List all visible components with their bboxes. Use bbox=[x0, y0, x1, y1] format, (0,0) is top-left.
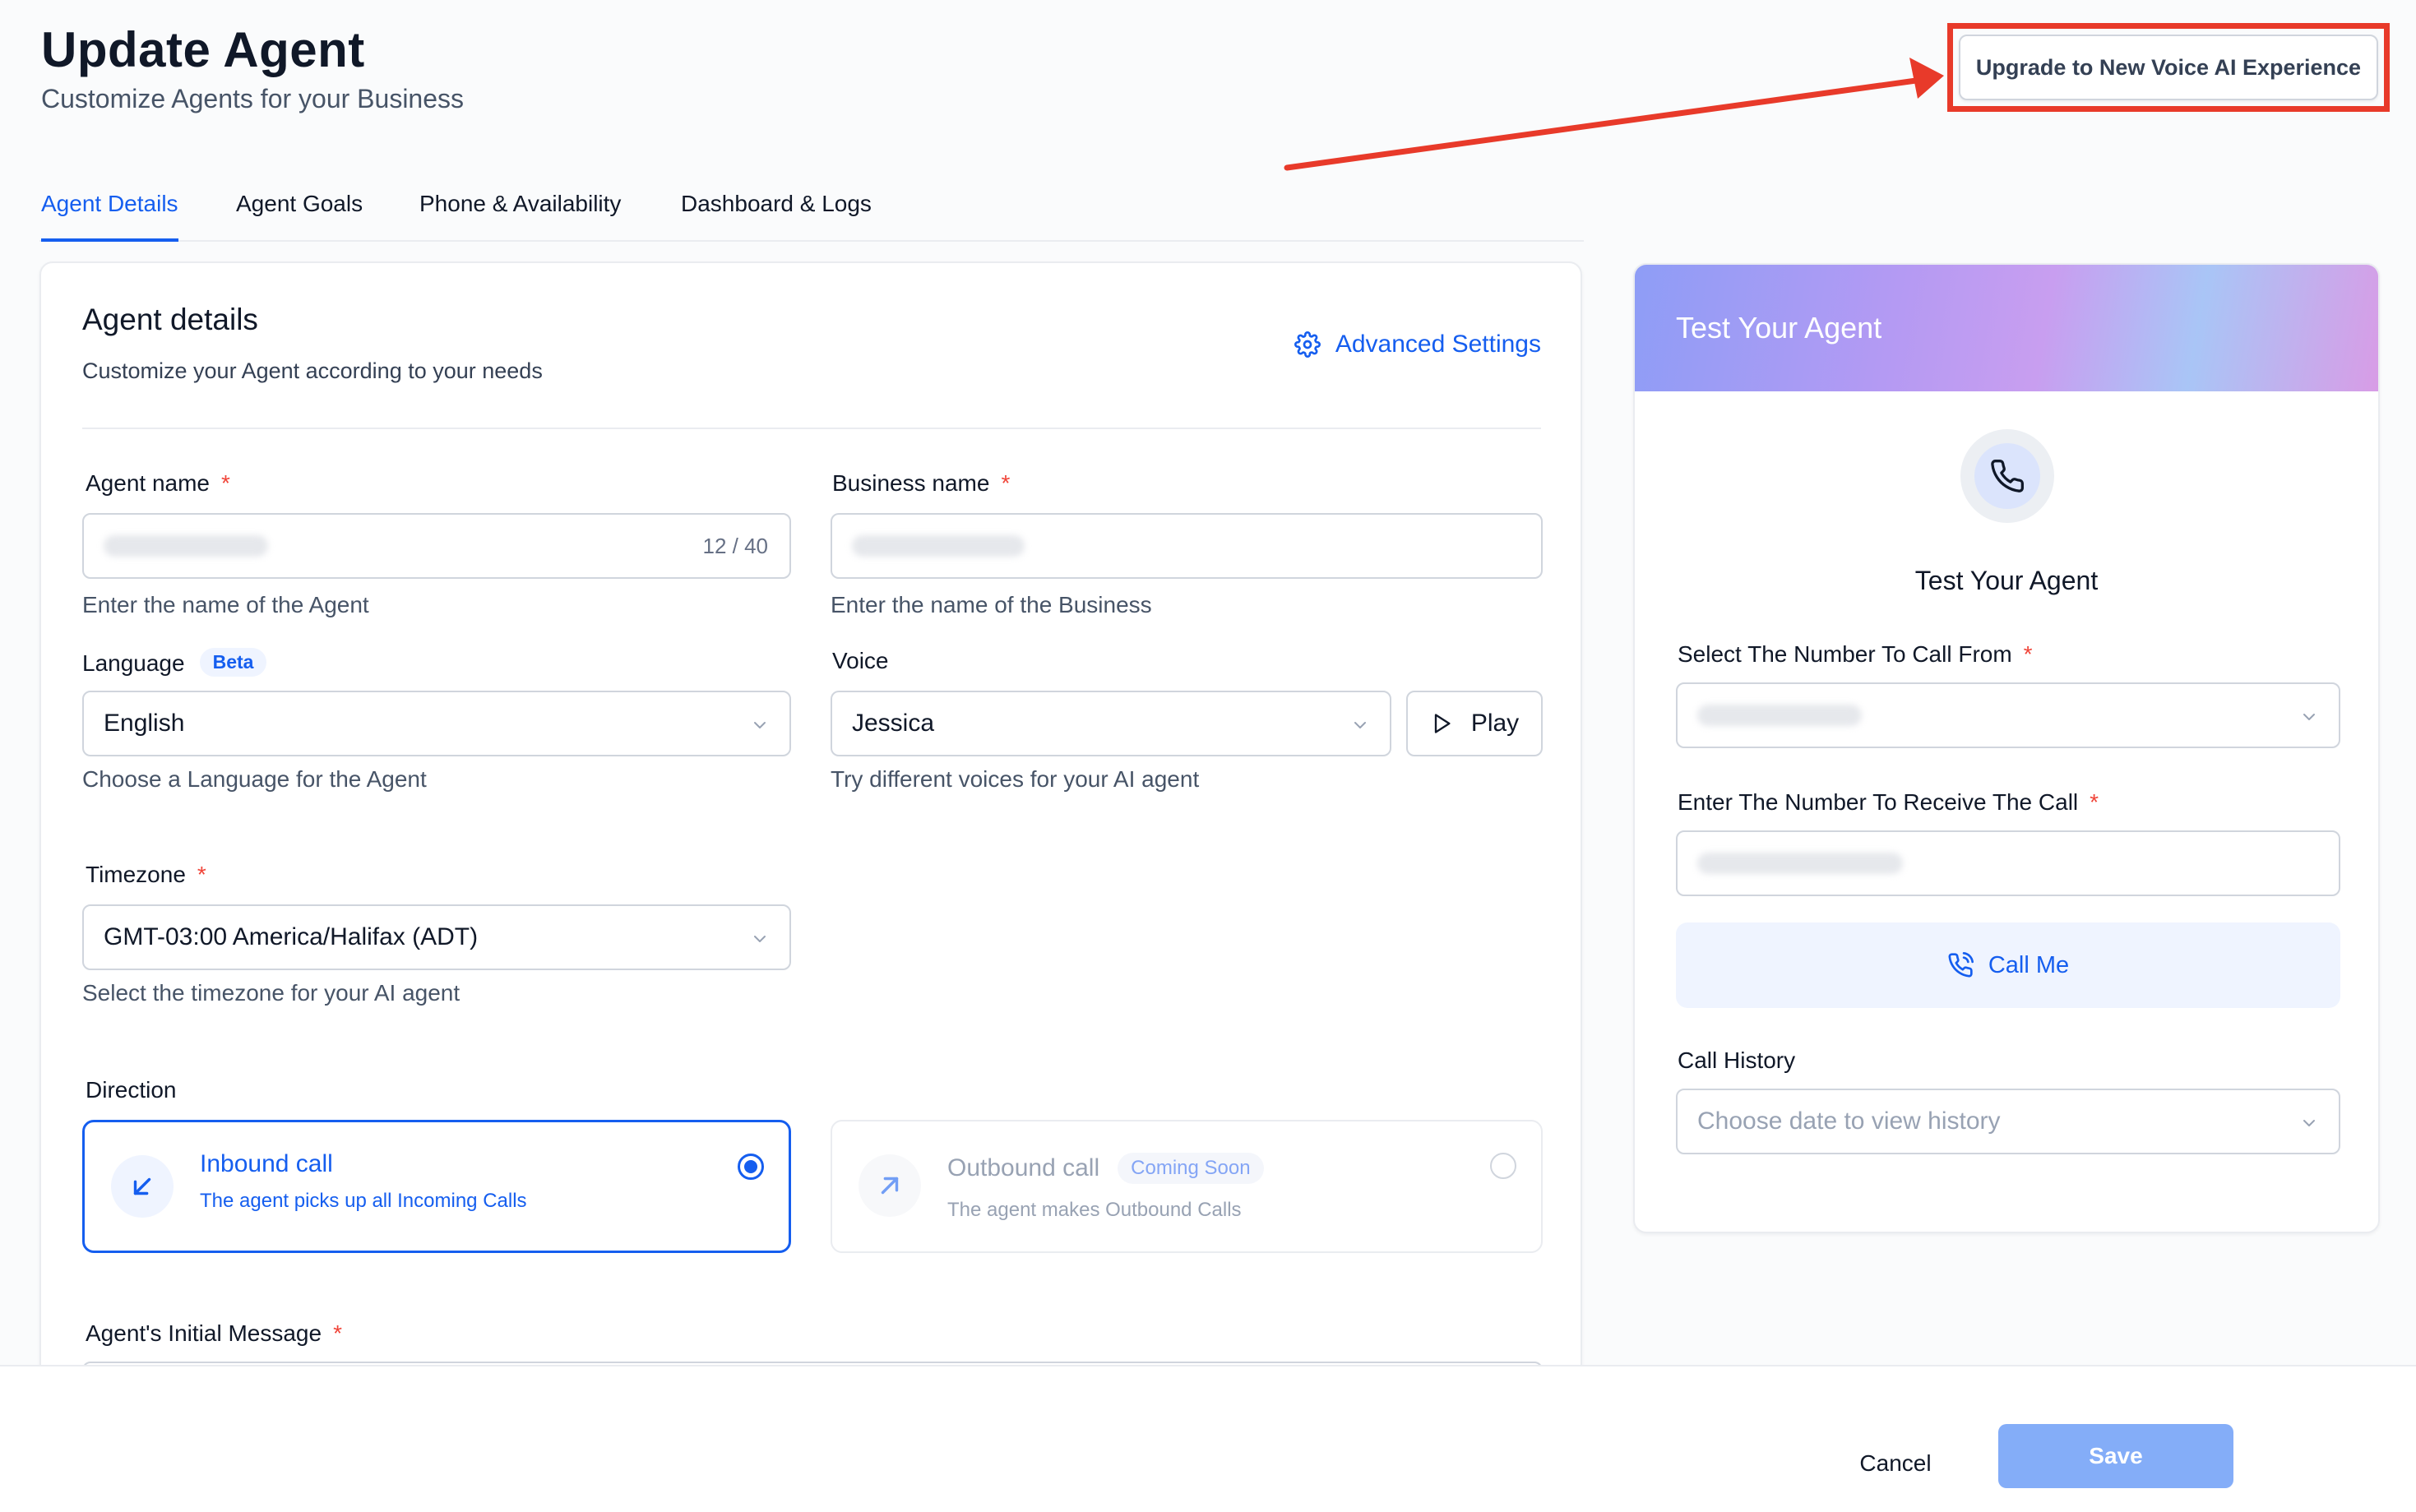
arrow-down-left-icon bbox=[111, 1155, 174, 1218]
play-icon bbox=[1434, 714, 1451, 733]
chevron-down-icon bbox=[754, 722, 766, 728]
cancel-button[interactable]: Cancel bbox=[1834, 1434, 1957, 1493]
tab-phone-availability[interactable]: Phone & Availability bbox=[419, 191, 621, 242]
agent-name-value-redacted bbox=[104, 535, 268, 557]
outbound-radio bbox=[1490, 1153, 1516, 1179]
page-subtitle: Customize Agents for your Business bbox=[41, 84, 465, 113]
timezone-select[interactable]: GMT-03:00 America/Halifax (ADT) bbox=[82, 904, 791, 970]
business-name-label: Business name * bbox=[832, 470, 1011, 496]
inbound-call-title: Inbound call bbox=[200, 1150, 333, 1177]
chevron-down-icon bbox=[754, 936, 766, 942]
tab-bar: Agent Details Agent Goals Phone & Availa… bbox=[39, 183, 1584, 242]
call-history-label: Call History bbox=[1678, 1047, 1796, 1073]
test-panel-header-title: Test Your Agent bbox=[1676, 311, 1882, 344]
outbound-call-title: Outbound call Coming Soon bbox=[947, 1153, 1264, 1184]
timezone-label: Timezone * bbox=[86, 862, 206, 887]
tab-agent-details[interactable]: Agent Details bbox=[41, 191, 178, 242]
language-label: Language Beta bbox=[82, 648, 267, 677]
business-name-value-redacted bbox=[852, 535, 1025, 557]
tab-agent-goals[interactable]: Agent Goals bbox=[236, 191, 363, 242]
advanced-settings-link[interactable]: Advanced Settings bbox=[1294, 331, 1541, 358]
phone-icon bbox=[1960, 429, 2054, 523]
call-to-label: Enter The Number To Receive The Call * bbox=[1678, 789, 2099, 815]
agent-name-counter: 12 / 40 bbox=[702, 533, 768, 558]
agent-details-card: Agent details Customize your Agent accor… bbox=[39, 261, 1582, 1512]
footer-bar: Cancel Save bbox=[0, 1365, 2416, 1512]
voice-value: Jessica bbox=[852, 710, 935, 737]
chevron-down-icon bbox=[1354, 722, 1366, 728]
play-voice-button[interactable]: Play bbox=[1406, 691, 1543, 756]
outbound-call-desc: The agent makes Outbound Calls bbox=[947, 1199, 1242, 1221]
agent-name-label: Agent name * bbox=[86, 470, 230, 496]
timezone-help: Select the timezone for your AI agent bbox=[82, 980, 461, 1006]
test-panel-header: Test Your Agent bbox=[1635, 265, 2378, 391]
outbound-call-option: Outbound call Coming Soon The agent makes… bbox=[831, 1120, 1543, 1253]
coming-soon-badge: Coming Soon bbox=[1118, 1153, 1264, 1184]
timezone-value: GMT-03:00 America/Halifax (ADT) bbox=[104, 923, 479, 950]
call-me-label: Call Me bbox=[1988, 951, 2070, 978]
call-history-placeholder: Choose date to view history bbox=[1697, 1107, 2001, 1135]
call-to-input[interactable] bbox=[1676, 830, 2340, 896]
save-button[interactable]: Save bbox=[1998, 1424, 2233, 1488]
call-from-label: Select The Number To Call From * bbox=[1678, 641, 2033, 667]
update-agent-page: Update Agent Customize Agents for your B… bbox=[0, 0, 2416, 1512]
tab-dashboard-logs[interactable]: Dashboard & Logs bbox=[681, 191, 872, 242]
inbound-call-option[interactable]: Inbound call The agent picks up all Inco… bbox=[82, 1120, 791, 1253]
business-name-input[interactable] bbox=[831, 513, 1543, 579]
language-select[interactable]: English bbox=[82, 691, 791, 756]
business-name-help: Enter the name of the Business bbox=[831, 592, 1152, 617]
call-history-select[interactable]: Choose date to view history bbox=[1676, 1089, 2340, 1154]
inbound-radio[interactable] bbox=[738, 1154, 764, 1180]
test-panel-title: Test Your Agent bbox=[1914, 566, 2099, 595]
voice-select[interactable]: Jessica bbox=[831, 691, 1391, 756]
agent-name-input[interactable]: 12 / 40 bbox=[82, 513, 791, 579]
initial-message-label: Agent's Initial Message * bbox=[86, 1320, 342, 1346]
chevron-down-icon bbox=[2303, 1120, 2315, 1126]
page-title: Update Agent bbox=[41, 22, 365, 77]
language-value: English bbox=[104, 710, 185, 737]
divider bbox=[82, 428, 1541, 429]
call-to-value-redacted bbox=[1697, 853, 1903, 874]
phone-call-icon bbox=[1948, 952, 1974, 978]
call-me-button[interactable]: Call Me bbox=[1676, 922, 2340, 1008]
voice-help: Try different voices for your AI agent bbox=[831, 766, 1200, 792]
advanced-settings-label: Advanced Settings bbox=[1335, 331, 1541, 358]
agent-name-help: Enter the name of the Agent bbox=[82, 592, 369, 617]
inbound-call-desc: The agent picks up all Incoming Calls bbox=[200, 1190, 527, 1212]
arrow-up-right-icon bbox=[859, 1154, 921, 1217]
section-title: Agent details bbox=[82, 303, 258, 336]
play-label: Play bbox=[1470, 710, 1520, 737]
test-agent-panel: Test Your Agent Test Your Agent Select T… bbox=[1633, 263, 2380, 1233]
chevron-down-icon bbox=[2303, 714, 2315, 720]
direction-label: Direction bbox=[86, 1077, 177, 1103]
section-subtitle: Customize your Agent according to your n… bbox=[82, 358, 543, 383]
gear-icon bbox=[1294, 331, 1321, 358]
call-from-value-redacted bbox=[1697, 705, 1862, 726]
upgrade-voice-ai-button[interactable]: Upgrade to New Voice AI Experience bbox=[1959, 35, 2378, 100]
call-from-select[interactable] bbox=[1676, 682, 2340, 748]
beta-badge: Beta bbox=[199, 648, 267, 677]
language-help: Choose a Language for the Agent bbox=[82, 766, 427, 792]
voice-label: Voice bbox=[832, 648, 889, 673]
